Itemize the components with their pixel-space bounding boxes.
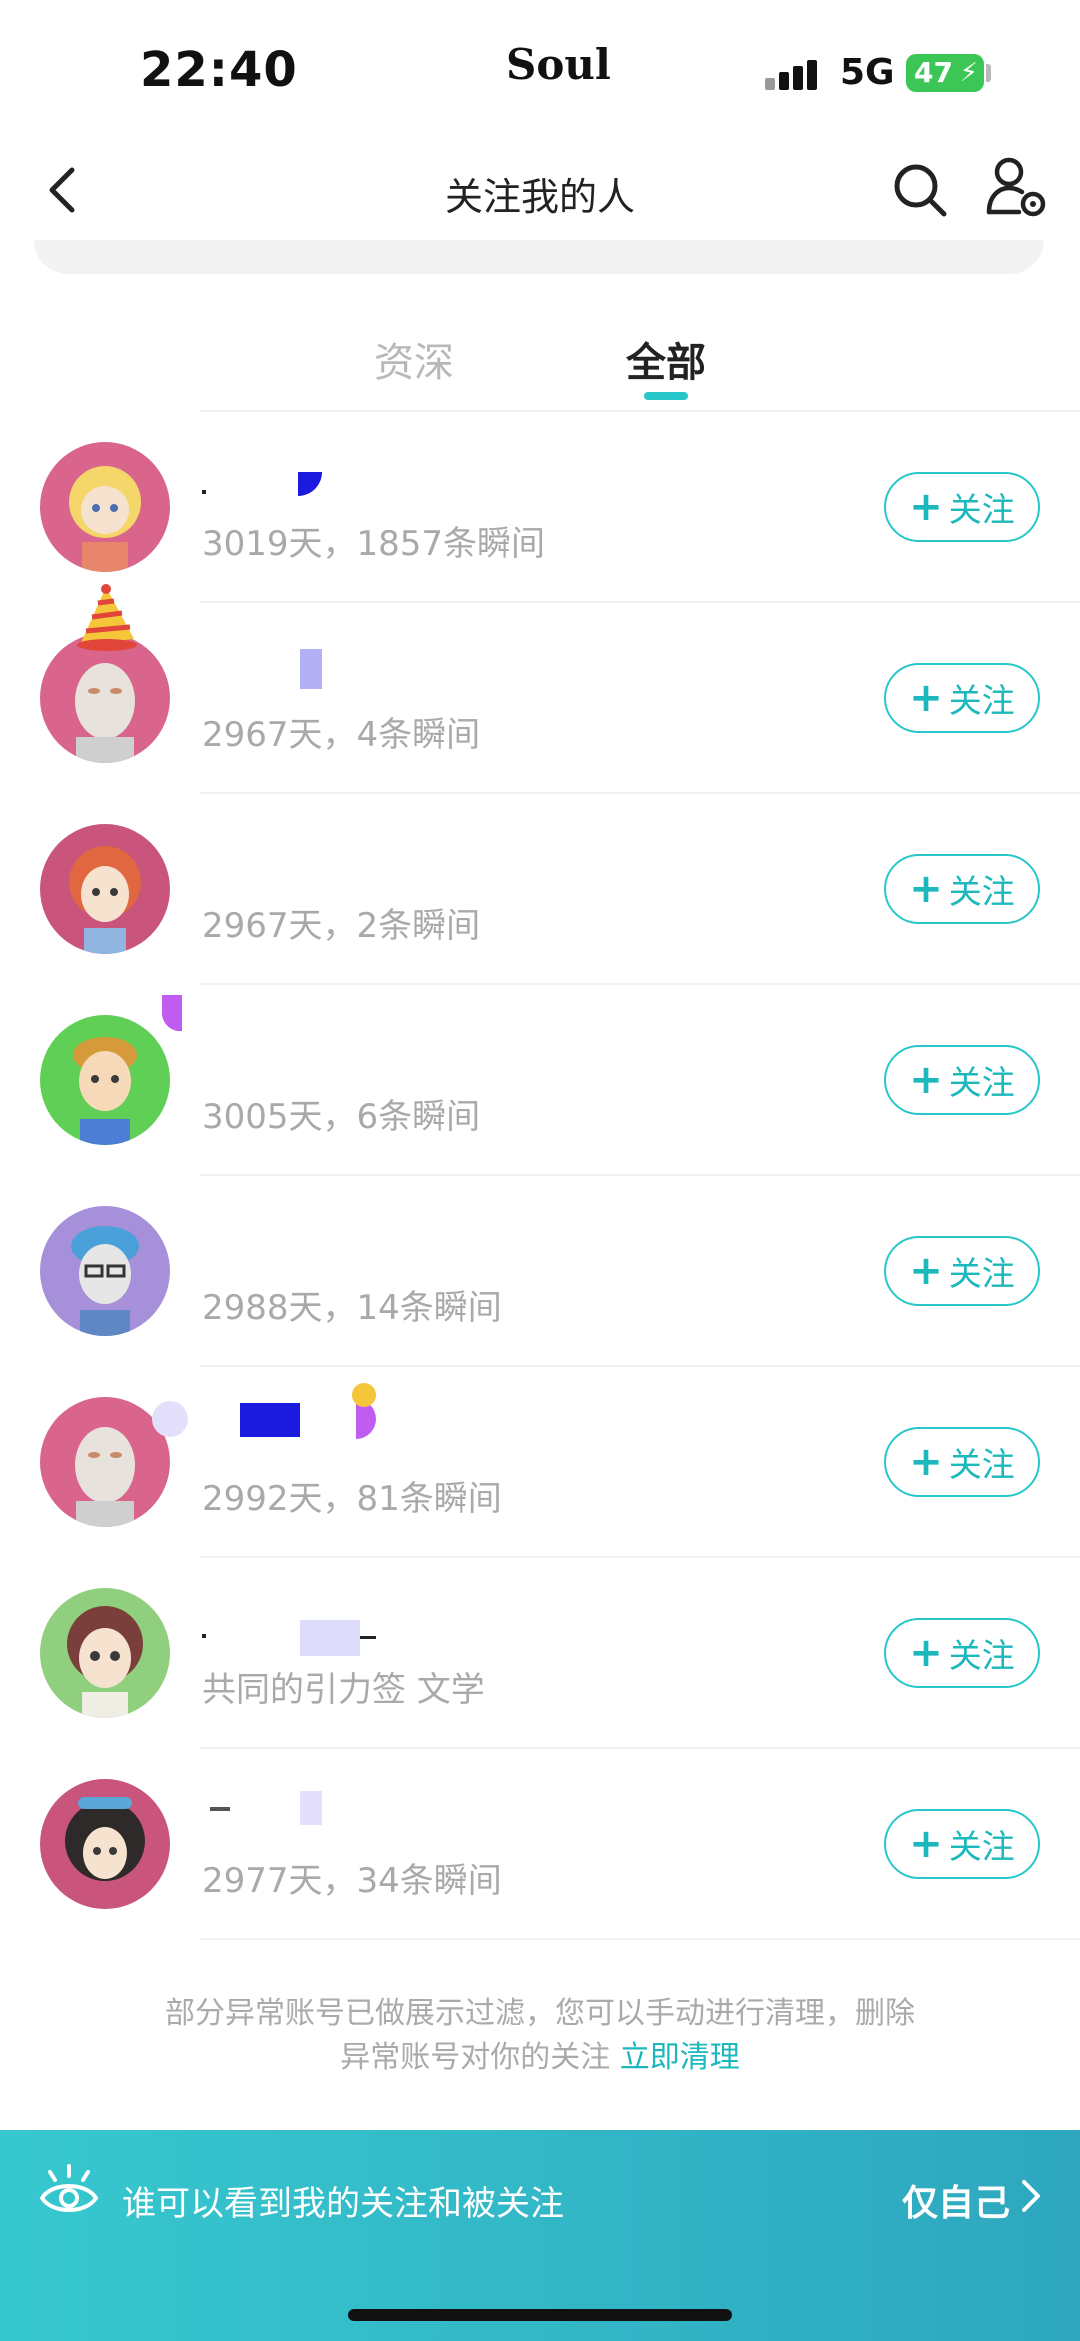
- collapsed-header-bar: [34, 240, 1044, 274]
- filter-note-line2: 异常账号对你的关注 立即清理: [0, 2036, 1080, 2080]
- follow-button-label: 关注: [948, 1445, 1015, 1484]
- avatar[interactable]: [40, 1015, 170, 1145]
- plus-icon: +: [909, 1248, 943, 1294]
- follow-button-label: 关注: [948, 1636, 1015, 1675]
- filter-note-text: 异常账号对你的关注: [340, 2040, 611, 2075]
- battery-level: 47: [914, 56, 953, 89]
- follower-meta: 2988天，14条瞬间: [202, 1288, 502, 1328]
- follow-button-label: 关注: [948, 872, 1015, 911]
- chevron-right-icon[interactable]: [1018, 2176, 1044, 2216]
- follower-meta: 2967天，4条瞬间: [202, 715, 481, 755]
- follow-button-label: 关注: [948, 1254, 1015, 1293]
- clean-now-link[interactable]: 立即清理: [620, 2040, 740, 2075]
- battery-icon: 47 ⚡: [906, 54, 984, 92]
- follower-row[interactable]: 2967天，2条瞬间 + 关注: [0, 794, 1080, 985]
- charging-bolt-icon: ⚡: [959, 58, 978, 88]
- plus-icon: +: [909, 866, 943, 912]
- avatar[interactable]: [40, 1779, 170, 1909]
- follower-row[interactable]: 2977天，34条瞬间 + 关注: [0, 1749, 1080, 1940]
- plus-icon: +: [909, 1821, 943, 1867]
- nav-bar: 关注我的人: [0, 140, 1080, 240]
- privacy-value[interactable]: 仅自己: [902, 2174, 1010, 2226]
- follower-row[interactable]: 2967天，4条瞬间 + 关注: [0, 584, 1080, 794]
- network-type: 5G: [840, 52, 895, 93]
- home-indicator[interactable]: [348, 2309, 732, 2321]
- plus-icon: +: [909, 675, 943, 721]
- follower-row[interactable]: 3019天，1857条瞬间 + 关注: [0, 412, 1080, 603]
- name-redaction: [202, 1620, 376, 1656]
- follower-row[interactable]: 共同的引力签 文学 + 关注: [0, 1558, 1080, 1749]
- avatar[interactable]: [40, 824, 170, 954]
- plus-icon: +: [909, 1057, 943, 1103]
- follower-meta: 2967天，2条瞬间: [202, 906, 481, 946]
- plus-icon: +: [909, 1439, 943, 1485]
- search-icon[interactable]: [890, 160, 950, 220]
- follow-button[interactable]: + 关注: [884, 1045, 1040, 1115]
- name-redaction: [202, 472, 322, 496]
- tab-all[interactable]: 全部: [626, 330, 706, 388]
- follower-list: 3019天，1857条瞬间 + 关注 2967天，4条瞬间 + 关注 2967天，2…: [0, 412, 1080, 1940]
- follower-meta: 2992天，81条瞬间: [202, 1479, 502, 1519]
- privacy-label: 谁可以看到我的关注和被关注: [122, 2184, 564, 2224]
- name-redaction: [152, 1383, 376, 1439]
- follower-row[interactable]: 2988天，14条瞬间 + 关注: [0, 1176, 1080, 1367]
- follower-meta: 3005天，6条瞬间: [202, 1097, 481, 1137]
- follower-meta: 共同的引力签 文学: [202, 1670, 485, 1710]
- follow-button-label: 关注: [948, 490, 1015, 529]
- plus-icon: +: [909, 1630, 943, 1676]
- tab-bar: 资深 全部: [0, 320, 1080, 410]
- avatar[interactable]: [40, 1206, 170, 1336]
- follow-button[interactable]: + 关注: [884, 1427, 1040, 1497]
- follow-button-label: 关注: [948, 1063, 1015, 1102]
- name-redaction: [210, 1791, 322, 1825]
- tab-senior[interactable]: 资深: [374, 330, 454, 388]
- avatar[interactable]: [40, 1588, 170, 1718]
- follow-button[interactable]: + 关注: [884, 472, 1040, 542]
- filter-note-line1: 部分异常账号已做展示过滤，您可以手动进行清理，删除: [165, 1996, 915, 2031]
- follow-button[interactable]: + 关注: [884, 1618, 1040, 1688]
- status-bar: 22:40 Soul 5G 47 ⚡: [0, 0, 1080, 140]
- follower-row[interactable]: 2992天，81条瞬间 + 关注: [0, 1367, 1080, 1558]
- battery-tip: [986, 64, 991, 82]
- soul-logo: Soul: [506, 40, 611, 89]
- follow-button-label: 关注: [948, 681, 1015, 720]
- follower-meta: 3019天，1857条瞬间: [202, 524, 546, 564]
- follow-button[interactable]: + 关注: [884, 1809, 1040, 1879]
- follower-meta: 2977天，34条瞬间: [202, 1861, 502, 1901]
- avatar[interactable]: [40, 442, 170, 572]
- signal-icon: [765, 56, 825, 90]
- plus-icon: +: [909, 484, 943, 530]
- name-redaction: [300, 649, 322, 689]
- follow-button[interactable]: + 关注: [884, 663, 1040, 733]
- tab-indicator: [644, 392, 688, 400]
- eye-icon: [39, 2164, 99, 2212]
- follow-button-label: 关注: [948, 1827, 1015, 1866]
- follow-button[interactable]: + 关注: [884, 854, 1040, 924]
- party-hat-icon: [77, 584, 137, 651]
- filter-note: 部分异常账号已做展示过滤，您可以手动进行清理，删除 异常账号对你的关注 立即清理: [0, 1992, 1080, 2080]
- name-redaction: [162, 995, 182, 1031]
- follow-button[interactable]: + 关注: [884, 1236, 1040, 1306]
- status-time: 22:40: [140, 42, 298, 98]
- user-settings-icon[interactable]: [985, 156, 1047, 220]
- follower-row[interactable]: 3005天，6条瞬间 + 关注: [0, 985, 1080, 1176]
